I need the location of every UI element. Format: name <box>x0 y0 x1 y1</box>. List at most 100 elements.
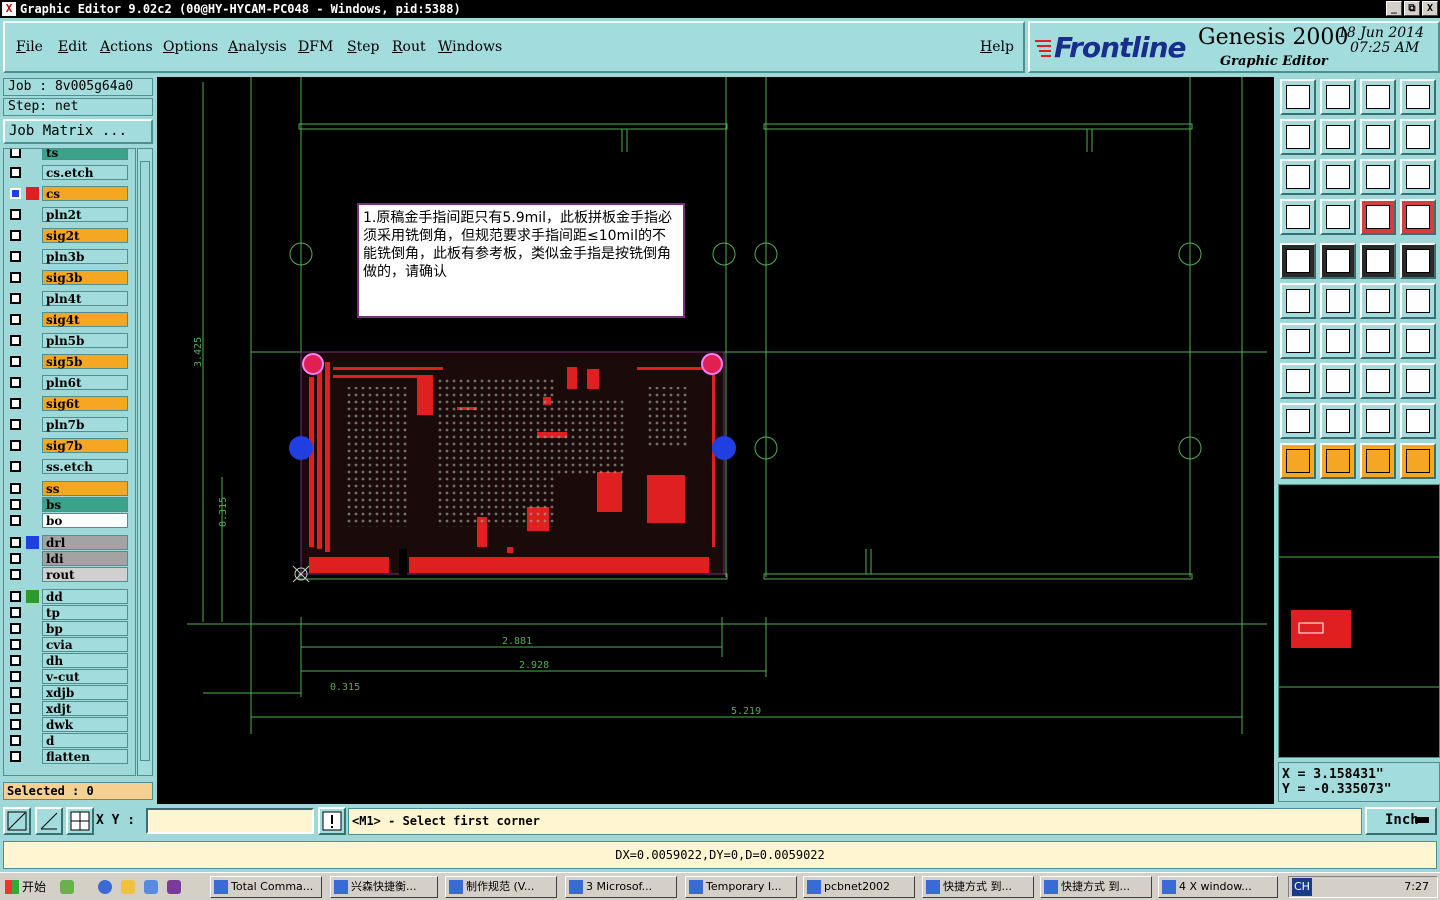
layer-color-swatch[interactable] <box>26 334 39 347</box>
layer-color-swatch[interactable] <box>26 229 39 242</box>
layer-checkbox[interactable] <box>10 377 21 388</box>
layer-row[interactable]: bo <box>6 513 128 528</box>
layer-color-swatch[interactable] <box>26 590 39 603</box>
layer-row[interactable]: pln7b <box>6 417 128 432</box>
layer-name[interactable]: xdjb <box>42 685 128 700</box>
layer-checkbox[interactable] <box>10 607 21 618</box>
menu-options[interactable]: Options <box>163 39 218 55</box>
menu-actions[interactable]: Actions <box>100 39 153 55</box>
layer-color-swatch[interactable] <box>26 313 39 326</box>
step-tool-button[interactable] <box>1400 119 1436 155</box>
layer-row[interactable]: d <box>6 733 128 748</box>
arc-tool-button[interactable] <box>1360 323 1396 359</box>
clock[interactable]: 7:27 <box>1404 877 1429 897</box>
measure-tool-button[interactable] <box>1360 283 1396 319</box>
start-button[interactable]: 开始 <box>2 876 50 898</box>
menu-file[interactable]: File <box>16 39 43 55</box>
layer-color-swatch[interactable] <box>26 187 39 200</box>
layer-color-swatch[interactable] <box>26 606 39 619</box>
layer-color-swatch[interactable] <box>26 355 39 368</box>
taskbar-item[interactable]: 兴森快捷衡... <box>330 876 438 898</box>
layer-checkbox[interactable] <box>10 623 21 634</box>
page-tool-button[interactable] <box>1280 79 1316 115</box>
layer-checkbox[interactable] <box>10 314 21 325</box>
taskbar-item[interactable]: 制作规范 (V... <box>445 876 557 898</box>
menu-help[interactable]: Help <box>980 39 1014 55</box>
menu-analysis[interactable]: Analysis <box>228 39 287 55</box>
save-tool-button[interactable] <box>1320 79 1356 115</box>
edit-shape-tool-button[interactable] <box>1320 243 1356 279</box>
layer-color-swatch[interactable] <box>26 622 39 635</box>
layer-row[interactable]: cs <box>6 186 128 201</box>
taskbar-item[interactable]: Total Comma... <box>210 876 322 898</box>
slash-tool-button[interactable] <box>1320 323 1356 359</box>
layers-active-tool-button[interactable] <box>1400 199 1436 235</box>
ratio-tool-button[interactable] <box>1360 159 1396 195</box>
layer-color-swatch[interactable] <box>26 718 39 731</box>
minus-tool-button[interactable] <box>1320 363 1356 399</box>
layer-row[interactable]: ss.etch <box>6 459 128 474</box>
layer-color-swatch[interactable] <box>26 208 39 221</box>
layer-checkbox[interactable] <box>10 537 21 548</box>
layer-row[interactable]: dwk <box>6 717 128 732</box>
taskbar-item[interactable]: 快捷方式 到... <box>922 876 1034 898</box>
triangle-b-tool-button[interactable] <box>1400 403 1436 439</box>
layer-list[interactable]: ts cs.etch cs pln2t sig2t pln3b sig3b pln4t sig4… <box>3 148 136 776</box>
taskbar-item[interactable]: 4 X window... <box>1158 876 1278 898</box>
nodes-tool-button[interactable] <box>1280 283 1316 319</box>
layer-row[interactable]: pln2t <box>6 207 128 222</box>
clock-icon[interactable] <box>121 880 135 894</box>
layer-row[interactable]: sig5b <box>6 354 128 369</box>
triangle-tool-button[interactable] <box>1280 403 1316 439</box>
layer-row[interactable]: dd <box>6 589 128 604</box>
layer-checkbox[interactable] <box>10 735 21 746</box>
triangle-line-tool-button[interactable] <box>1320 403 1356 439</box>
menu-edit[interactable]: Edit <box>58 39 87 55</box>
layer-name[interactable]: ss <box>42 481 128 496</box>
layer-checkbox[interactable] <box>10 703 21 714</box>
group-tool-button[interactable] <box>1400 363 1436 399</box>
layer-name[interactable]: sig5b <box>42 354 128 369</box>
text-tool-button[interactable] <box>1400 323 1436 359</box>
layer-checkbox[interactable] <box>10 149 21 158</box>
layer-name[interactable]: cs.etch <box>42 165 128 180</box>
layer-name[interactable]: pln5b <box>42 333 128 348</box>
layer-color-swatch[interactable] <box>26 670 39 683</box>
layer-row[interactable]: tp <box>6 605 128 620</box>
layer-name[interactable]: pln2t <box>42 207 128 222</box>
layer-row[interactable]: dh <box>6 653 128 668</box>
layer-name[interactable]: flatten <box>42 749 128 764</box>
layer-name[interactable]: pln6t <box>42 375 128 390</box>
layer-name[interactable]: v-cut <box>42 669 128 684</box>
angle-tool-button[interactable] <box>1280 323 1316 359</box>
layer-row[interactable]: ldi <box>6 551 128 566</box>
layer-name[interactable]: bs <box>42 497 128 512</box>
layer-name[interactable]: cs <box>42 186 128 201</box>
pointer-frame-tool-button[interactable] <box>1320 443 1356 479</box>
layer-color-swatch[interactable] <box>26 568 39 581</box>
layer-name[interactable]: dd <box>42 589 128 604</box>
layer-checkbox[interactable] <box>10 230 21 241</box>
layer-checkbox[interactable] <box>10 272 21 283</box>
layer-row[interactable]: sig3b <box>6 270 128 285</box>
layer-color-swatch[interactable] <box>26 514 39 527</box>
layer-color-swatch[interactable] <box>26 702 39 715</box>
tools-tool-button[interactable] <box>1280 199 1316 235</box>
layer-name[interactable]: sig6t <box>42 396 128 411</box>
layer-color-swatch[interactable] <box>26 734 39 747</box>
layer-row[interactable]: xdjb <box>6 685 128 700</box>
layer-color-swatch[interactable] <box>26 271 39 284</box>
layer-row[interactable]: cvia <box>6 637 128 652</box>
taskbar-item[interactable]: 快捷方式 到... <box>1040 876 1152 898</box>
layer-color-swatch[interactable] <box>26 166 39 179</box>
angle-button[interactable] <box>35 807 63 835</box>
line-tool-button[interactable] <box>1400 283 1436 319</box>
x-icon[interactable] <box>167 880 181 894</box>
layer-row[interactable]: sig7b <box>6 438 128 453</box>
layer-checkbox[interactable] <box>10 461 21 472</box>
menu-step[interactable]: Step <box>347 39 379 55</box>
snap-button[interactable] <box>3 807 31 835</box>
layer-checkbox[interactable] <box>10 483 21 494</box>
window-tool-button[interactable] <box>1400 79 1436 115</box>
layer-checkbox[interactable] <box>10 440 21 451</box>
